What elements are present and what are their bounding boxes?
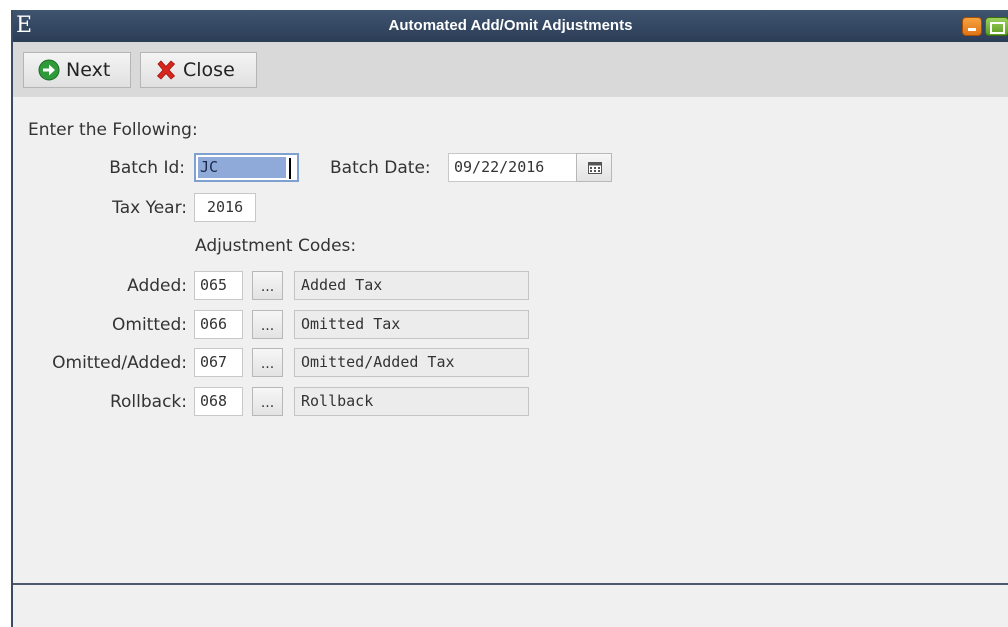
batch-id-input[interactable]: JC	[194, 153, 299, 182]
rollback-lookup-button[interactable]: ...	[252, 387, 283, 416]
omitted-description: Omitted Tax	[294, 310, 529, 339]
added-label: Added:	[127, 276, 187, 296]
omitted-added-code-input[interactable]: 067	[194, 348, 243, 377]
calendar-icon	[588, 162, 602, 174]
batch-date-label: Batch Date:	[330, 158, 431, 178]
form-heading: Enter the Following:	[28, 120, 198, 140]
next-arrow-icon	[38, 59, 60, 81]
text-cursor	[289, 158, 291, 179]
title-bar: E Automated Add/Omit Adjustments	[13, 10, 1008, 42]
rollback-description: Rollback	[294, 387, 529, 416]
rollback-label: Rollback:	[109, 392, 187, 412]
rollback-code-input[interactable]: 068	[194, 387, 243, 416]
adjustment-codes-heading: Adjustment Codes:	[195, 236, 357, 256]
calendar-button[interactable]	[576, 153, 612, 182]
tax-year-label: Tax Year:	[112, 198, 187, 218]
batch-id-value: JC	[198, 157, 286, 178]
batch-date-input[interactable]: 09/22/2016	[448, 153, 577, 182]
close-button[interactable]: Close	[140, 52, 257, 88]
omitted-added-description: Omitted/Added Tax	[294, 348, 529, 377]
toolbar: Next Close	[13, 42, 1008, 97]
close-x-icon	[156, 60, 176, 80]
minimize-button[interactable]	[962, 17, 982, 36]
main-window: E Automated Add/Omit Adjustments Next Cl…	[11, 10, 1008, 627]
omitted-label: Omitted:	[112, 315, 187, 335]
next-button[interactable]: Next	[23, 52, 131, 88]
omitted-lookup-button[interactable]: ...	[252, 310, 283, 339]
next-button-label: Next	[66, 59, 111, 81]
batch-id-label: Batch Id:	[109, 158, 185, 178]
added-description: Added Tax	[294, 271, 529, 300]
tax-year-input[interactable]: 2016	[194, 193, 256, 222]
added-code-input[interactable]: 065	[194, 271, 243, 300]
maximize-button[interactable]	[985, 17, 1008, 36]
status-bar	[13, 583, 1008, 627]
omitted-added-label: Omitted/Added:	[52, 353, 187, 373]
window-title: Automated Add/Omit Adjustments	[388, 17, 633, 34]
omitted-added-lookup-button[interactable]: ...	[252, 348, 283, 377]
omitted-code-input[interactable]: 066	[194, 310, 243, 339]
added-lookup-button[interactable]: ...	[252, 271, 283, 300]
close-button-label: Close	[183, 59, 235, 81]
